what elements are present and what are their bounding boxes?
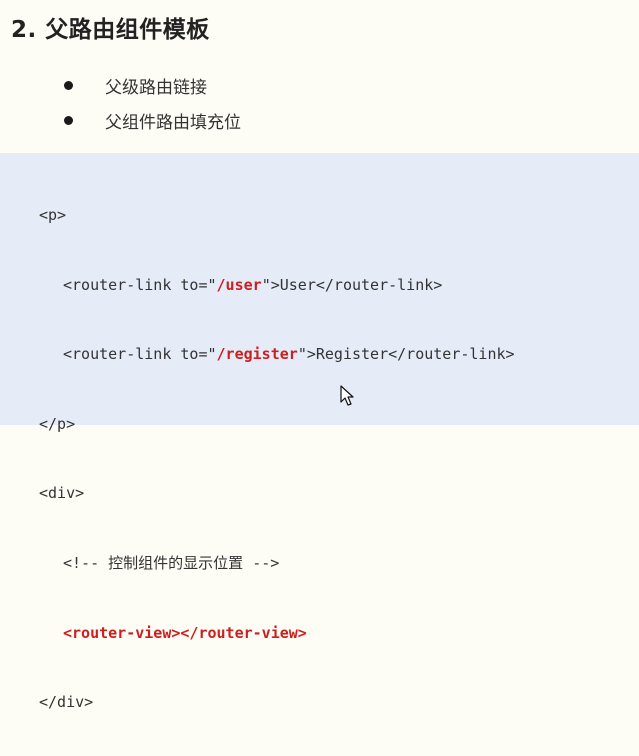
code-text: ">Register</router-link>: [297, 345, 515, 364]
section-heading: 2. 父路由组件模板: [11, 17, 210, 43]
bullet-item: 父组件路由填充位: [64, 103, 241, 138]
comment-close: -->: [243, 553, 280, 572]
comment-open: <!--: [63, 553, 109, 572]
comment-text: 控制组件的显示位置: [108, 553, 244, 572]
bullet-dot-icon: [64, 81, 73, 90]
code-content: <p> <router-link to="/user">User</router…: [39, 163, 515, 756]
code-text: <router-link to=": [63, 345, 217, 364]
bullet-list: 父级路由链接 父组件路由填充位: [64, 68, 241, 138]
code-line-router-link-user: <router-link to="/user">User</router-lin…: [39, 269, 515, 303]
mouse-pointer-icon: [340, 385, 354, 406]
route-path-user: /user: [216, 275, 262, 294]
router-view-tag: <router-view></router-view>: [63, 623, 307, 642]
code-line-comment: <!-- 控制组件的显示位置 -->: [39, 547, 515, 581]
route-path-register: /register: [216, 345, 298, 364]
bullet-item: 父级路由链接: [64, 68, 241, 103]
code-text: </div>: [39, 693, 94, 712]
code-text: <div>: [39, 484, 85, 503]
code-line-div-open: <div>: [39, 477, 515, 511]
code-text: <p>: [39, 206, 67, 224]
code-block: <p> <router-link to="/user">User</router…: [0, 153, 639, 711]
code-text: <router-link to=": [63, 275, 217, 294]
code-line-router-link-register: <router-link to="/register">Register</ro…: [39, 338, 515, 372]
bullet-text: 父组件路由填充位: [105, 113, 241, 133]
code-line-p-open: <p>: [39, 199, 515, 233]
bullet-dot-icon: [64, 116, 73, 125]
code-text: </p>: [39, 414, 76, 433]
code-line-router-view: <router-view></router-view>: [39, 617, 515, 651]
code-text: ">User</router-link>: [261, 275, 443, 294]
code-line-div-close: </div>: [39, 686, 515, 720]
bullet-text: 父级路由链接: [105, 78, 207, 98]
